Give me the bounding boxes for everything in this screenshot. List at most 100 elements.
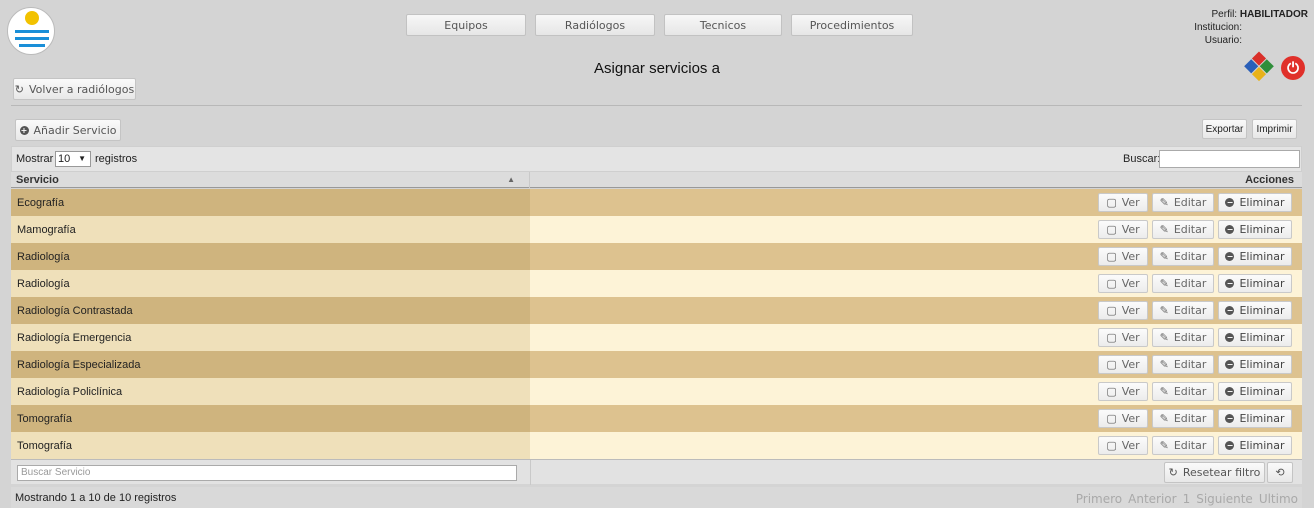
edit-label: Editar xyxy=(1173,412,1207,425)
edit-button[interactable]: ✎ Editar xyxy=(1152,436,1214,455)
view-button[interactable]: ▢ Ver xyxy=(1098,328,1148,347)
page-length-select[interactable]: 10 ▼ xyxy=(55,151,91,167)
row-actions: ▢ Ver ✎ Editar − Eliminar xyxy=(1098,193,1292,212)
row-actions: ▢ Ver ✎ Editar − Eliminar xyxy=(1098,247,1292,266)
service-cell: Tomografía xyxy=(11,432,530,459)
edit-label: Editar xyxy=(1173,277,1207,290)
view-button[interactable]: ▢ Ver xyxy=(1098,301,1148,320)
edit-label: Editar xyxy=(1173,358,1207,371)
view-button[interactable]: ▢ Ver xyxy=(1098,193,1148,212)
table-controls: Mostrar 10 ▼ registros Buscar: xyxy=(11,146,1302,172)
pencil-icon: ✎ xyxy=(1159,250,1169,263)
edit-label: Editar xyxy=(1173,439,1207,452)
service-cell: Mamografía xyxy=(11,216,530,243)
document-icon: ▢ xyxy=(1106,412,1117,425)
service-cell: Tomografía xyxy=(11,405,530,432)
view-label: Ver xyxy=(1121,358,1140,371)
view-button[interactable]: ▢ Ver xyxy=(1098,382,1148,401)
view-button[interactable]: ▢ Ver xyxy=(1098,274,1148,293)
add-service-button[interactable]: + Añadir Servicio xyxy=(15,119,121,141)
nav-equipos-button[interactable]: Equipos xyxy=(406,14,526,36)
delete-button[interactable]: − Eliminar xyxy=(1218,220,1292,239)
row-actions: ▢ Ver ✎ Editar − Eliminar xyxy=(1098,220,1292,239)
pager-first[interactable]: Primero xyxy=(1076,492,1122,506)
page-length-value: 10 xyxy=(58,153,71,165)
page-title: Asignar servicios a xyxy=(594,60,720,77)
delete-button[interactable]: − Eliminar xyxy=(1218,436,1292,455)
column-header-acciones: Acciones xyxy=(1245,174,1294,186)
search-input[interactable] xyxy=(1159,150,1300,168)
pager-page-1[interactable]: 1 xyxy=(1183,492,1191,506)
table-row: Radiología Contrastada ▢ Ver ✎ Editar − Elimin… xyxy=(11,297,1302,324)
delete-button[interactable]: − Eliminar xyxy=(1218,247,1292,266)
delete-button[interactable]: − Eliminar xyxy=(1218,193,1292,212)
table-header: Servicio ▲ Acciones xyxy=(11,172,1302,188)
delete-label: Eliminar xyxy=(1239,358,1285,371)
minus-circle-icon: − xyxy=(1225,252,1235,261)
nav-radiologos-button[interactable]: Radiólogos xyxy=(535,14,655,36)
minus-circle-icon: − xyxy=(1225,414,1235,423)
chevron-down-icon: ▼ xyxy=(78,154,86,163)
column-header-servicio[interactable]: Servicio ▲ xyxy=(11,172,530,188)
edit-button[interactable]: ✎ Editar xyxy=(1152,355,1214,374)
service-filter-input[interactable]: Buscar Servicio xyxy=(17,465,517,481)
pager-last[interactable]: Ultimo xyxy=(1259,492,1298,506)
nav-tecnicos-button[interactable]: Tecnicos xyxy=(664,14,782,36)
service-cell: Radiología Contrastada xyxy=(11,297,530,324)
table-row: Radiología ▢ Ver ✎ Editar − Eliminar xyxy=(11,243,1302,270)
view-button[interactable]: ▢ Ver xyxy=(1098,355,1148,374)
view-label: Ver xyxy=(1121,439,1140,452)
export-button[interactable]: Exportar xyxy=(1202,119,1247,139)
pencil-icon: ✎ xyxy=(1159,358,1169,371)
delete-button[interactable]: − Eliminar xyxy=(1218,382,1292,401)
reload-button[interactable]: ⟲ xyxy=(1267,462,1293,483)
table-row: Radiología Policlínica ▢ Ver ✎ Editar − Elimin… xyxy=(11,378,1302,405)
delete-button[interactable]: − Eliminar xyxy=(1218,274,1292,293)
minus-circle-icon: − xyxy=(1225,387,1235,396)
table-info-bar: Mostrando 1 a 10 de 10 registros Primero… xyxy=(11,487,1302,508)
document-icon: ▢ xyxy=(1106,196,1117,209)
edit-button[interactable]: ✎ Editar xyxy=(1152,382,1214,401)
edit-button[interactable]: ✎ Editar xyxy=(1152,220,1214,239)
delete-button[interactable]: − Eliminar xyxy=(1218,328,1292,347)
print-button[interactable]: Imprimir xyxy=(1252,119,1297,139)
table-row: Radiología Especializada ▢ Ver ✎ Editar − Elim… xyxy=(11,351,1302,378)
view-label: Ver xyxy=(1121,196,1140,209)
pencil-icon: ✎ xyxy=(1159,331,1169,344)
delete-label: Eliminar xyxy=(1239,412,1285,425)
back-to-radiologists-button[interactable]: ↻ Volver a radiólogos xyxy=(13,78,136,100)
document-icon: ▢ xyxy=(1106,250,1117,263)
nav-procedimientos-button[interactable]: Procedimientos xyxy=(791,14,913,36)
table-row: Radiología Emergencia ▢ Ver ✎ Editar − Elimina… xyxy=(11,324,1302,351)
delete-button[interactable]: − Eliminar xyxy=(1218,355,1292,374)
edit-button[interactable]: ✎ Editar xyxy=(1152,193,1214,212)
minus-circle-icon: − xyxy=(1225,360,1235,369)
edit-label: Editar xyxy=(1173,385,1207,398)
institution-logo xyxy=(7,7,55,55)
document-icon: ▢ xyxy=(1106,439,1117,452)
minus-circle-icon: − xyxy=(1225,225,1235,234)
view-button[interactable]: ▢ Ver xyxy=(1098,220,1148,239)
table-row: Mamografía ▢ Ver ✎ Editar − Eliminar xyxy=(11,216,1302,243)
pager-previous[interactable]: Anterior xyxy=(1128,492,1176,506)
edit-button[interactable]: ✎ Editar xyxy=(1152,247,1214,266)
view-button[interactable]: ▢ Ver xyxy=(1098,409,1148,428)
view-button[interactable]: ▢ Ver xyxy=(1098,436,1148,455)
reset-filter-button[interactable]: ↻ Resetear filtro xyxy=(1164,462,1265,483)
edit-label: Editar xyxy=(1173,250,1207,263)
edit-button[interactable]: ✎ Editar xyxy=(1152,301,1214,320)
divider xyxy=(11,105,1302,106)
delete-button[interactable]: − Eliminar xyxy=(1218,301,1292,320)
document-icon: ▢ xyxy=(1106,385,1117,398)
view-button[interactable]: ▢ Ver xyxy=(1098,247,1148,266)
table-info: Mostrando 1 a 10 de 10 registros xyxy=(15,492,177,504)
edit-button[interactable]: ✎ Editar xyxy=(1152,274,1214,293)
edit-button[interactable]: ✎ Editar xyxy=(1152,409,1214,428)
document-icon: ▢ xyxy=(1106,358,1117,371)
view-label: Ver xyxy=(1121,412,1140,425)
pager-next[interactable]: Siguiente xyxy=(1196,492,1253,506)
view-label: Ver xyxy=(1121,331,1140,344)
edit-button[interactable]: ✎ Editar xyxy=(1152,328,1214,347)
delete-button[interactable]: − Eliminar xyxy=(1218,409,1292,428)
view-label: Ver xyxy=(1121,223,1140,236)
